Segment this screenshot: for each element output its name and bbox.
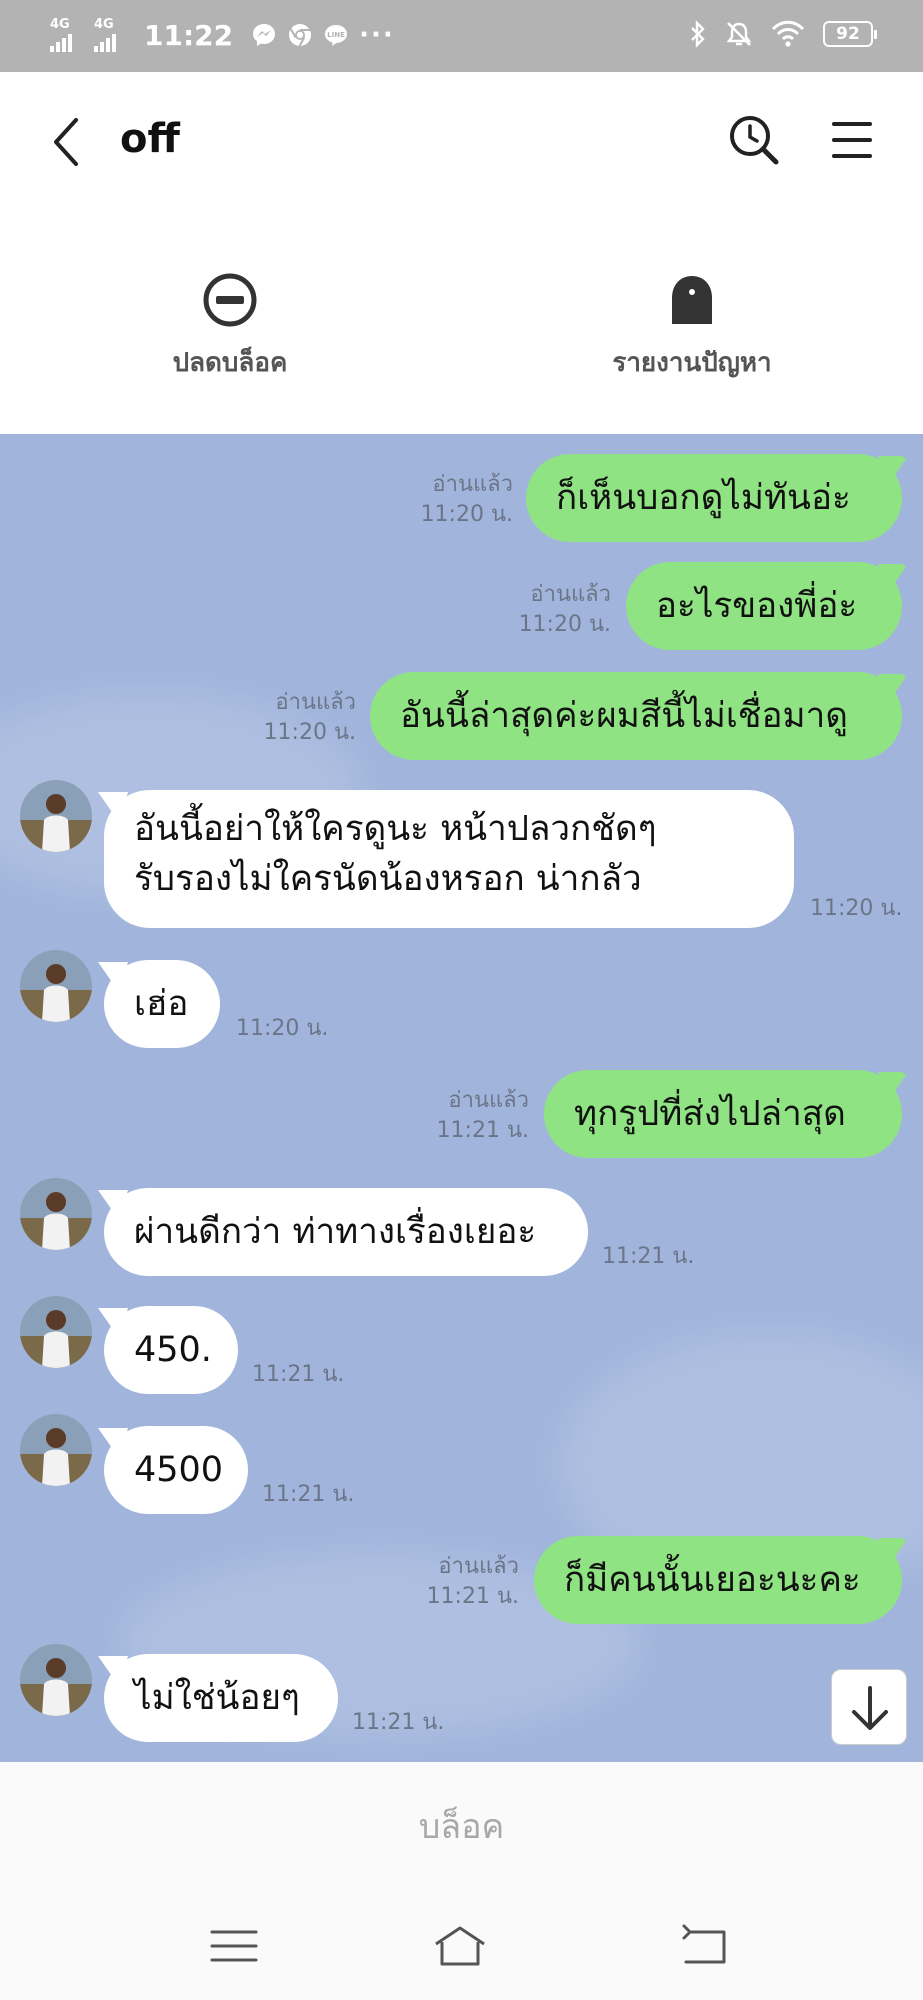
message-time: 11:20 น. bbox=[518, 612, 611, 637]
message-meta: อ่านแล้ว 11:20 น. bbox=[421, 470, 513, 530]
avatar[interactable] bbox=[20, 1178, 92, 1250]
unblock-button[interactable]: ปลดบล็อค bbox=[80, 272, 380, 383]
svg-text:LINE: LINE bbox=[327, 31, 345, 39]
outgoing-message[interactable]: อะไรของพี่อ่ะ bbox=[626, 562, 902, 650]
home-icon[interactable] bbox=[432, 1918, 488, 1974]
message-text: เฮ่อ bbox=[134, 984, 189, 1024]
avatar[interactable] bbox=[20, 1296, 92, 1368]
message-text: ทุกรูปที่ส่งไปล่าสุด bbox=[574, 1094, 846, 1134]
message-meta: อ่านแล้ว 11:21 น. bbox=[427, 1552, 519, 1612]
read-receipt: อ่านแล้ว bbox=[438, 1554, 519, 1579]
scroll-to-bottom-button[interactable] bbox=[831, 1669, 907, 1745]
network-type-2: 4G bbox=[94, 17, 114, 32]
avatar[interactable] bbox=[20, 950, 92, 1022]
signal-2-icon: 4G bbox=[94, 18, 128, 52]
message-time: 11:20 น. bbox=[236, 1016, 329, 1041]
message-time: 11:21 น. bbox=[602, 1244, 695, 1269]
arrow-down-icon bbox=[852, 1686, 888, 1730]
system-nav-bar bbox=[0, 1892, 923, 2000]
search-history-icon[interactable] bbox=[726, 112, 782, 168]
chat-header: off bbox=[0, 72, 923, 212]
unblock-icon bbox=[203, 273, 257, 327]
outgoing-message[interactable]: ทุกรูปที่ส่งไปล่าสุด bbox=[544, 1070, 902, 1158]
chrome-icon bbox=[289, 24, 312, 47]
message-time: 11:20 น. bbox=[420, 502, 513, 527]
message-text: 450. bbox=[134, 1330, 212, 1370]
message-line-1: อันนี้อย่าให้ใครดูนะ หน้าปลวกชัดๆ bbox=[134, 809, 657, 849]
status-right: 92 bbox=[689, 20, 877, 48]
message-time: 11:21 น. bbox=[426, 1584, 519, 1609]
line-icon: LINE bbox=[325, 25, 348, 46]
blocked-actions-bar: ปลดบล็อค รายงานปัญหา bbox=[0, 212, 923, 434]
incoming-message[interactable]: เฮ่อ bbox=[104, 960, 220, 1048]
message-meta: อ่านแล้ว 11:20 น. bbox=[264, 688, 356, 748]
chat-area[interactable]: อ่านแล้ว 11:20 น. ก็เห็นบอกดูไม่ทันอ่ะ อ… bbox=[0, 434, 923, 1762]
messenger-icon bbox=[253, 24, 276, 46]
message-time: 11:21 น. bbox=[436, 1118, 529, 1143]
outgoing-message[interactable]: ก็เห็นบอกดูไม่ทันอ่ะ bbox=[526, 454, 902, 542]
blocked-footer: บล็อค bbox=[0, 1762, 923, 1892]
message-time: 11:20 น. bbox=[263, 720, 356, 745]
message-meta: อ่านแล้ว 11:21 น. bbox=[437, 1086, 529, 1146]
message-text: อันนี้ล่าสุดค่ะผมสีนี้ไม่เชื่อมาดู bbox=[400, 696, 849, 736]
back-chevron-icon[interactable] bbox=[44, 112, 88, 172]
message-time: 11:21 น. bbox=[352, 1710, 445, 1735]
message-text: ไม่ใช่น้อยๆ bbox=[134, 1678, 300, 1718]
back-nav-icon[interactable] bbox=[676, 1918, 732, 1974]
blocked-label: บล็อค bbox=[418, 1807, 505, 1847]
mute-icon bbox=[726, 22, 752, 46]
wifi-icon bbox=[771, 20, 805, 47]
avatar[interactable] bbox=[20, 1414, 92, 1486]
bluetooth-icon bbox=[691, 20, 705, 48]
hamburger-menu-icon[interactable] bbox=[828, 116, 876, 164]
chat-title: off bbox=[120, 116, 180, 162]
message-time: 11:20 น. bbox=[810, 896, 903, 921]
message-text: ผ่านดีกว่า ท่าทางเรื่องเยอะ bbox=[134, 1212, 537, 1252]
status-left: 4G 4G 11:22 LINE ··· bbox=[50, 18, 395, 52]
read-receipt: อ่านแล้ว bbox=[432, 472, 513, 497]
report-button[interactable]: รายงานปัญหา bbox=[542, 272, 842, 383]
message-text: 4500 bbox=[134, 1450, 224, 1490]
unblock-label: ปลดบล็อค bbox=[172, 348, 288, 378]
recent-apps-icon[interactable] bbox=[206, 1918, 262, 1974]
read-receipt: อ่านแล้ว bbox=[275, 690, 356, 715]
status-time: 11:22 bbox=[144, 18, 234, 52]
incoming-message[interactable]: 450. bbox=[104, 1306, 238, 1394]
network-type-1: 4G bbox=[50, 17, 70, 32]
battery-icon: 92 bbox=[823, 21, 877, 47]
report-label: รายงานปัญหา bbox=[612, 348, 772, 378]
avatar[interactable] bbox=[20, 780, 92, 852]
message-time: 11:21 น. bbox=[252, 1362, 345, 1387]
battery-level: 92 bbox=[836, 24, 860, 44]
report-icon bbox=[672, 276, 712, 324]
incoming-message[interactable]: 4500 bbox=[104, 1426, 248, 1514]
message-line-2: รับรองไม่ใครนัดน้องหรอก น่ากลัว bbox=[134, 859, 642, 899]
incoming-message[interactable]: อันนี้อย่าให้ใครดูนะ หน้าปลวกชัดๆ รับรอง… bbox=[104, 790, 794, 928]
outgoing-message[interactable]: อันนี้ล่าสุดค่ะผมสีนี้ไม่เชื่อมาดู bbox=[370, 672, 902, 760]
read-receipt: อ่านแล้ว bbox=[448, 1088, 529, 1113]
status-bar: 4G 4G 11:22 LINE ··· 92 bbox=[0, 0, 923, 72]
message-time: 11:21 น. bbox=[262, 1482, 355, 1507]
outgoing-message[interactable]: ก็มีคนนั้นเยอะนะคะ bbox=[534, 1536, 902, 1624]
signal-1-icon: 4G bbox=[50, 18, 84, 52]
avatar[interactable] bbox=[20, 1644, 92, 1716]
incoming-message[interactable]: ผ่านดีกว่า ท่าทางเรื่องเยอะ bbox=[104, 1188, 588, 1276]
message-text: ก็เห็นบอกดูไม่ทันอ่ะ bbox=[556, 478, 851, 518]
message-meta: อ่านแล้ว 11:20 น. bbox=[519, 580, 611, 640]
status-more: ··· bbox=[359, 20, 395, 50]
read-receipt: อ่านแล้ว bbox=[530, 582, 611, 607]
incoming-message[interactable]: ไม่ใช่น้อยๆ bbox=[104, 1654, 338, 1742]
message-text: อะไรของพี่อ่ะ bbox=[656, 586, 858, 626]
message-text: ก็มีคนนั้นเยอะนะคะ bbox=[564, 1560, 861, 1600]
